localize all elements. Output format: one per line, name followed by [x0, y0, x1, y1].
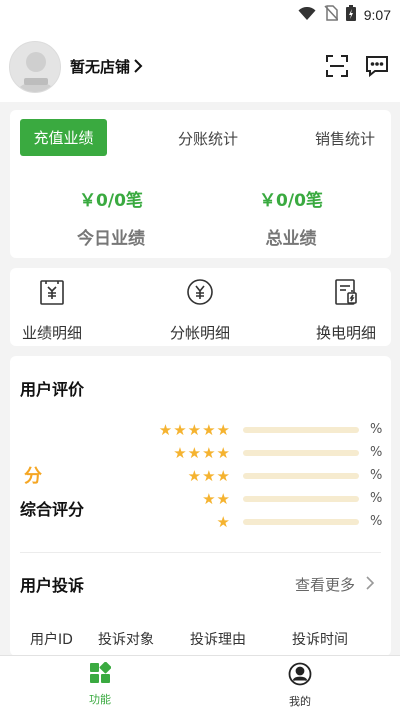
- scan-icon[interactable]: [325, 54, 349, 82]
- complaints-title: 用户投诉: [20, 576, 85, 595]
- total-amount: ￥0/0笔: [259, 191, 323, 211]
- stars: ★: [216, 513, 231, 531]
- rating-percent: %: [370, 514, 383, 529]
- rating-bar: [243, 450, 359, 456]
- tab-functions[interactable]: 功能: [70, 661, 130, 707]
- status-time: 9:07: [363, 7, 391, 23]
- stars: ★★★: [187, 467, 231, 485]
- rating-bar: [243, 519, 359, 525]
- user-circle-icon: [288, 662, 312, 690]
- view-more-link[interactable]: 查看更多: [295, 574, 355, 595]
- chevron-right-icon[interactable]: [365, 575, 375, 595]
- performance-card: 充值业绩 分账统计 销售统计 ￥0/0笔 ￥0/0笔 今日业绩 总业绩: [10, 110, 391, 258]
- rating-percent: %: [370, 445, 383, 460]
- column-header-target: 投诉对象: [98, 632, 154, 648]
- grid-icon: [89, 661, 112, 688]
- tab-sales[interactable]: 销售统计: [315, 128, 375, 149]
- bottom-tab-bar: 功能 我的: [0, 655, 400, 711]
- quick-links-card: 业绩明细 分帐明细 换电明细: [10, 268, 391, 346]
- rating-row-1: ★ %: [10, 514, 391, 530]
- stars: ★★★★: [173, 444, 231, 462]
- tab-split[interactable]: 分账统计: [178, 128, 238, 149]
- total-label: 总业绩: [265, 229, 317, 249]
- message-icon[interactable]: [365, 54, 389, 82]
- battery-doc-icon: [286, 278, 400, 306]
- reviews-title: 用户评价: [20, 380, 85, 399]
- status-bar: 9:07: [0, 0, 400, 28]
- rating-percent: %: [370, 422, 383, 437]
- rating-percent: %: [370, 468, 383, 483]
- rating-bar: [243, 496, 359, 502]
- battery-icon: [345, 5, 356, 25]
- rating-row-4: ★★★★ %: [10, 445, 391, 461]
- column-header-time: 投诉时间: [292, 632, 348, 648]
- header: 暂无店铺: [0, 28, 400, 102]
- link-label: 业绩明细: [21, 324, 82, 342]
- link-label: 换电明细: [315, 324, 376, 342]
- chevron-right-icon[interactable]: [133, 58, 143, 78]
- receipt-icon: [0, 278, 112, 306]
- rating-row-2: ★★ %: [10, 491, 391, 507]
- link-split-detail[interactable]: 分帐明细: [140, 276, 260, 342]
- rating-row-5: ★★★★★ %: [10, 422, 391, 438]
- rating-percent: %: [370, 491, 383, 506]
- rating-row-3: ★★★ %: [10, 468, 391, 484]
- stars: ★★★★★: [158, 421, 231, 439]
- today-amount: ￥0/0笔: [79, 191, 143, 211]
- no-sim-icon: [324, 5, 339, 25]
- tab-mine[interactable]: 我的: [270, 662, 330, 709]
- rating-bar: [243, 427, 359, 433]
- avatar[interactable]: [9, 41, 61, 93]
- link-label: 分帐明细: [169, 324, 230, 342]
- link-battery-swap-detail[interactable]: 换电明细: [286, 276, 400, 342]
- column-header-user-id: 用户ID: [30, 632, 73, 648]
- stars: ★★: [202, 490, 231, 508]
- today-label: 今日业绩: [77, 229, 145, 249]
- tab-label: 功能: [89, 693, 111, 706]
- column-header-reason: 投诉理由: [190, 632, 246, 648]
- rating-bar: [243, 473, 359, 479]
- yen-circle-icon: [140, 278, 260, 306]
- link-performance-detail[interactable]: 业绩明细: [0, 276, 112, 342]
- store-name[interactable]: 暂无店铺: [70, 56, 130, 77]
- divider: [20, 552, 381, 553]
- wifi-icon: [298, 6, 316, 25]
- tab-label: 我的: [289, 695, 311, 708]
- reviews-card: 用户评价 分 综合评分 ★★★★★ % ★★★★ % ★★★ % ★★ % ★ …: [10, 356, 391, 656]
- tab-recharge[interactable]: 充值业绩: [20, 119, 107, 156]
